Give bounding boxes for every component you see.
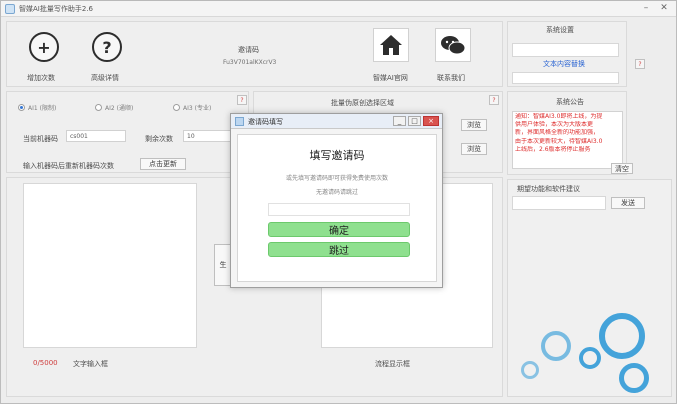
dialog-skip-hint: 无邀请码请跳过 [315, 189, 358, 196]
dialog-close-button[interactable]: × [423, 116, 439, 126]
app-icon [5, 4, 15, 14]
title-bar: 智媒AI批量写作助手2.6 – ✕ [1, 1, 676, 17]
dialog-title-bar: 邀请码填写 _ □ × [231, 114, 442, 129]
invite-code-input[interactable] [268, 203, 410, 216]
close-icon[interactable]: ✕ [658, 3, 670, 14]
window-controls: – ✕ [640, 3, 670, 14]
window-title: 智媒AI批量写作助手2.6 [19, 5, 93, 13]
dialog-heading: 填写邀请码 [309, 149, 365, 162]
dialog-app-icon [235, 117, 244, 126]
dialog-minimize-button[interactable]: _ [393, 116, 406, 126]
skip-button[interactable]: 跳过 [268, 242, 410, 257]
minimize-icon[interactable]: – [640, 3, 652, 14]
dialog-body: 填写邀请码 或先填写邀请码即可获得免费使用次数 无邀请码请跳过 确定 跳过 [237, 134, 437, 282]
invite-dialog: 邀请码填写 _ □ × 填写邀请码 或先填写邀请码即可获得免费使用次数 无邀请码… [230, 113, 443, 288]
dialog-maximize-button[interactable]: □ [408, 116, 421, 126]
dialog-title: 邀请码填写 [248, 118, 283, 126]
dialog-subtitle: 或先填写邀请码即可获得免费使用次数 [285, 175, 388, 182]
confirm-button[interactable]: 确定 [268, 222, 410, 237]
dialog-controls: _ □ × [393, 116, 439, 126]
